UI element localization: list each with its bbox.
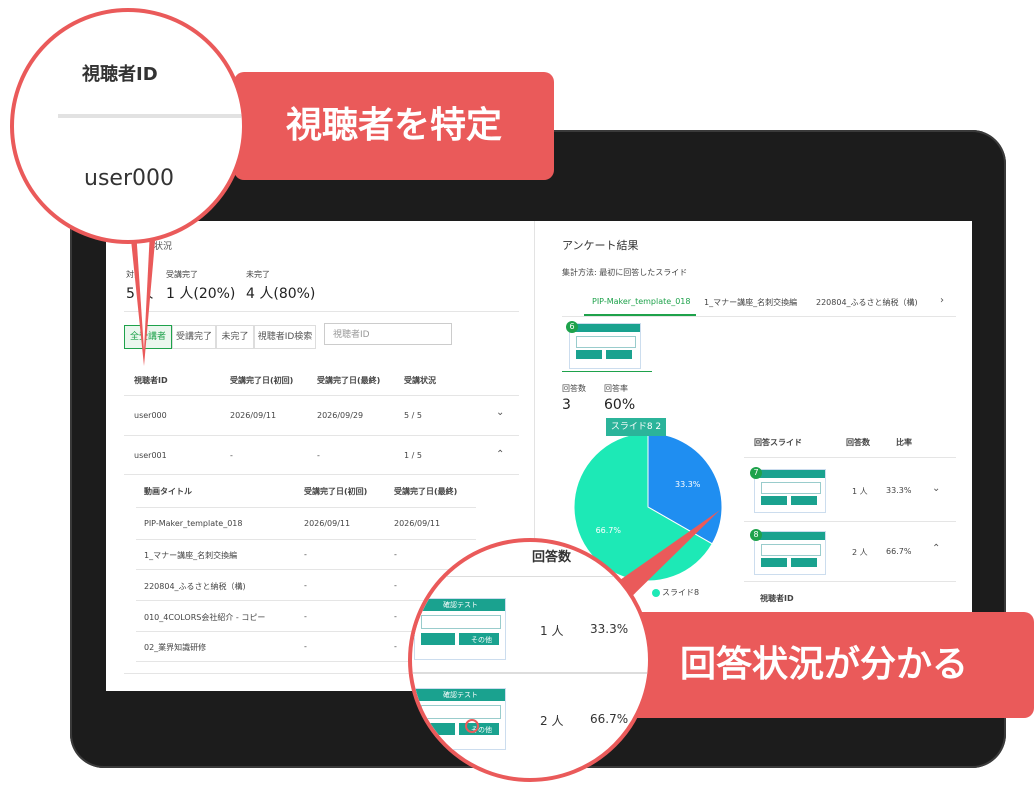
slide-number-badge: 7 (750, 467, 762, 479)
chevron-right-icon[interactable]: › (940, 295, 944, 306)
sub-row-first: - (304, 612, 307, 621)
sub-row-title: 1_マナー講座_名刺交換編 (144, 551, 238, 560)
filter-complete-button[interactable]: 受講完了 (172, 325, 216, 349)
thumb-button: その他 (471, 636, 492, 644)
chevron-down-icon[interactable]: ⌄ (932, 483, 940, 494)
thumb-title: 確認テスト (443, 691, 478, 699)
magnifier-top: 視聴者ID user000 (10, 8, 246, 244)
answer-ratio: 66.7% (886, 547, 912, 556)
answer-ratio: 33.3% (886, 486, 912, 495)
row-viewer-id: user000 (134, 411, 167, 420)
sub-th-last: 受講完了日(最終) (394, 487, 458, 496)
viewer-id-label: 視聴者ID (760, 594, 794, 603)
row-last: - (317, 451, 320, 460)
row-first: 2026/09/11 (230, 411, 277, 420)
stat-label-complete: 受講完了 (166, 270, 198, 279)
magnifier-pointer (130, 230, 156, 366)
sub-row-first: 2026/09/11 (304, 519, 351, 528)
sub-row-title: 02_業界知識研修 (144, 643, 207, 652)
answer-rate-value: 60% (604, 397, 636, 413)
aggregation-method: 集計方法: 最初に回答したスライド (562, 268, 688, 277)
stat-value-complete: 1 人(20%) (166, 286, 236, 302)
slide-thumbnail: 確認テスト その他 (414, 688, 506, 750)
answer-count: 1 人 (852, 487, 868, 496)
answer-marker-icon (465, 719, 479, 733)
pie-tooltip: スライド8 2 (606, 418, 666, 436)
stat-value-incomplete: 4 人(80%) (246, 286, 316, 302)
sub-row-title: 010_4COLORS会社紹介 - コピー (144, 613, 266, 622)
zoom-header: 回答数 (532, 550, 572, 565)
chevron-up-icon[interactable]: ⌃ (496, 449, 504, 460)
viewer-id-search-input[interactable]: 視聴者ID (324, 323, 452, 345)
tab-video-2[interactable]: 1_マナー講座_名刺交換編 (704, 297, 797, 308)
sub-row-first: - (304, 581, 307, 590)
sub-row-first: - (304, 642, 307, 651)
slide-number-badge: 6 (566, 321, 578, 333)
survey-title: アンケート結果 (562, 239, 639, 252)
tab-video-1[interactable]: PIP-Maker_template_018 (592, 297, 690, 306)
th-status: 受講状況 (404, 376, 436, 385)
filter-search-button[interactable]: 視聴者ID検索 (254, 325, 316, 349)
zoom-answer-ratio: 66.7% (590, 712, 629, 726)
sub-row-last: - (394, 642, 397, 651)
zoom-header: 視聴者ID (82, 64, 158, 85)
th-viewer-id: 視聴者ID (134, 376, 168, 385)
tab-video-3[interactable]: 220804_ふるさと納税（構) (816, 297, 918, 308)
row-viewer-id: user001 (134, 451, 167, 460)
sub-row-last: - (394, 581, 397, 590)
filter-incomplete-button[interactable]: 未完了 (216, 325, 254, 349)
slide-thumbnail (754, 531, 826, 575)
sub-row-last: - (394, 612, 397, 621)
sub-row-last: - (394, 550, 397, 559)
pie-slice-label: 33.3% (675, 480, 701, 489)
thumb-title: 確認テスト (443, 601, 478, 609)
zoom-answer-count: 2 人 (540, 714, 564, 728)
slide-number-badge: 8 (750, 529, 762, 541)
chevron-down-icon[interactable]: ⌄ (496, 407, 504, 418)
stat-label-incomplete: 未完了 (246, 270, 270, 279)
answer-count-label: 回答数 (562, 384, 586, 393)
sub-row-title: PIP-Maker_template_018 (144, 519, 243, 528)
slide-thumbnail[interactable] (569, 323, 641, 369)
th-answer-slide: 回答スライド (754, 438, 802, 447)
callout-identify-viewer: 視聴者を特定 (234, 72, 554, 180)
sub-row-last: 2026/09/11 (394, 519, 441, 528)
magnifier-bottom: 回答数 確認テスト その他 1 人 33.3% 確認テスト その他 2 人 66… (408, 538, 652, 782)
slide-thumbnail (754, 469, 826, 513)
zoom-viewer-id: user000 (84, 166, 174, 191)
sub-th-first: 受講完了日(初回) (304, 487, 368, 496)
chevron-up-icon[interactable]: ⌃ (932, 543, 940, 554)
slide-thumbnail: 確認テスト その他 (414, 598, 506, 660)
th-answer-count: 回答数 (846, 438, 870, 447)
zoom-answer-count: 1 人 (540, 624, 564, 638)
row-first: - (230, 451, 233, 460)
th-last-complete: 受講完了日(最終) (317, 376, 381, 385)
th-first-complete: 受講完了日(初回) (230, 376, 294, 385)
sub-th-title: 動画タイトル (144, 487, 192, 496)
answer-count-value: 3 (562, 397, 571, 413)
answer-count: 2 人 (852, 548, 868, 557)
sub-row-first: - (304, 550, 307, 559)
row-status: 5 / 5 (404, 411, 422, 420)
answer-rate-label: 回答率 (604, 384, 628, 393)
sub-row-title: 220804_ふるさと納税（構) (144, 582, 246, 591)
zoom-answer-ratio: 33.3% (590, 622, 629, 636)
th-answer-ratio: 比率 (896, 438, 912, 447)
callout-answer-status: 回答状況が分かる (614, 612, 1034, 718)
row-status: 1 / 5 (404, 451, 422, 460)
row-last: 2026/09/29 (317, 411, 364, 420)
